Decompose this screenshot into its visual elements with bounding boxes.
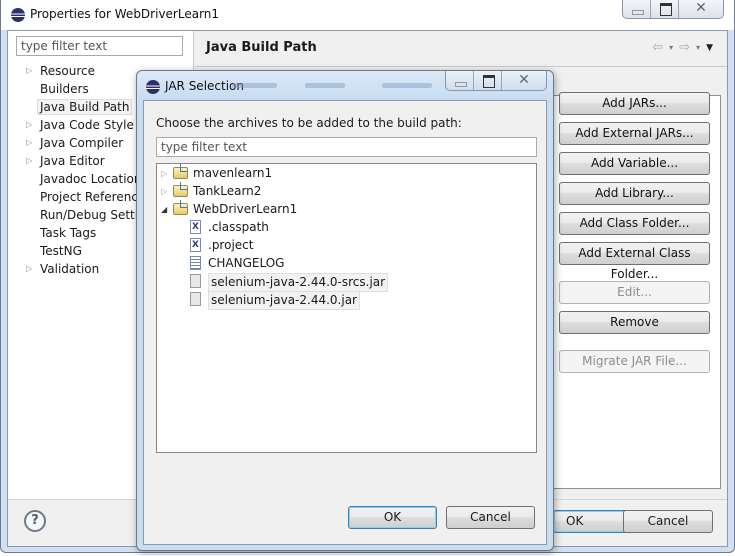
view-menu-icon[interactable]: ▼ xyxy=(706,40,713,56)
preference-item-label: Java Compiler xyxy=(40,136,124,150)
expand-arrow-icon[interactable]: ▷ xyxy=(161,183,167,200)
forward-arrow-icon[interactable]: ⇨ xyxy=(679,40,690,56)
dialog-message: Choose the archives to be added to the b… xyxy=(156,116,462,130)
window-titlebar: Properties for WebDriverLearn1 ✕ xyxy=(1,0,734,30)
preference-item-label: Resource xyxy=(40,64,96,78)
collapse-arrow-icon[interactable]: ◢ xyxy=(161,201,167,218)
tree-node-label: TankLearn2 xyxy=(193,184,262,198)
jar-file-icon xyxy=(190,274,201,288)
window-caption-buttons: ✕ xyxy=(622,0,724,19)
preference-item-label: TestNG xyxy=(40,244,82,258)
eclipse-icon xyxy=(11,8,25,22)
dialog-filter-input[interactable]: type filter text xyxy=(156,137,537,157)
dialog-body: Choose the archives to be added to the b… xyxy=(143,100,547,545)
side-button[interactable]: Add External JARs... xyxy=(559,122,710,145)
page-header: Java Build Path ⇦ ▾ ⇨ ▾ ▼ xyxy=(195,31,727,67)
background-tab-blur xyxy=(305,83,345,88)
xml-file-icon: X xyxy=(190,220,201,234)
preference-item-label: Java Build Path xyxy=(37,99,133,115)
tree-node-label: mavenlearn1 xyxy=(193,166,273,180)
jar-file-icon xyxy=(190,292,201,306)
side-button[interactable]: Add Library... xyxy=(559,182,710,205)
background-tab-blur xyxy=(232,83,277,88)
project-folder-icon xyxy=(173,182,188,197)
dialog-cancel-button[interactable]: Cancel xyxy=(446,506,535,529)
page-title: Java Build Path xyxy=(206,40,317,55)
side-button[interactable]: Add External Class Folder... xyxy=(559,242,710,281)
archive-tree: ▷ mavenlearn1 ▷ TankLearn2 ◢ WebDriverLearn1 X… xyxy=(156,163,537,453)
side-button[interactable]: Add Variable... xyxy=(559,152,710,175)
back-arrow-icon[interactable]: ⇦ xyxy=(652,40,663,56)
close-button[interactable]: ✕ xyxy=(679,0,723,18)
help-icon[interactable]: ? xyxy=(24,510,46,532)
minimize-button[interactable] xyxy=(623,0,651,18)
jar-selection-dialog: JAR Selection ✕ Choose the archives to b… xyxy=(136,70,554,551)
history-controls: ⇦ ▾ ⇨ ▾ ▼ xyxy=(652,40,713,56)
project-folder-icon xyxy=(173,200,188,215)
expand-arrow-icon[interactable]: ▷ xyxy=(26,62,32,80)
side-button[interactable]: Add Class Folder... xyxy=(559,212,710,235)
preference-item-label: Task Tags xyxy=(40,226,97,240)
forward-dropdown-icon[interactable]: ▾ xyxy=(696,40,700,56)
preference-item-label: Project References xyxy=(40,190,152,204)
side-button[interactable]: Remove xyxy=(559,311,710,334)
tree-node-label: .classpath xyxy=(208,220,269,234)
project-folder-icon xyxy=(173,164,188,179)
tree-node-label: selenium-java-2.44.0-srcs.jar xyxy=(208,273,389,292)
cancel-button[interactable]: Cancel xyxy=(623,510,713,533)
side-button[interactable]: Add JARs... xyxy=(559,92,710,115)
expand-arrow-icon[interactable]: ▷ xyxy=(26,152,32,170)
background-tab-blur xyxy=(382,83,432,88)
preference-item-label: Validation xyxy=(40,262,100,276)
expand-arrow-icon[interactable]: ▷ xyxy=(26,260,32,278)
maximize-button[interactable] xyxy=(651,0,679,18)
side-button[interactable]: Edit... xyxy=(559,281,710,304)
preference-item-label: Java Editor xyxy=(40,154,105,168)
eclipse-icon xyxy=(146,80,160,94)
side-button[interactable]: Migrate JAR File... xyxy=(559,350,710,373)
expand-arrow-icon[interactable]: ▷ xyxy=(26,116,32,134)
tree-node-label: selenium-java-2.44.0.jar xyxy=(208,291,360,310)
filter-input[interactable]: type filter text xyxy=(16,36,183,56)
dialog-minimize-button[interactable] xyxy=(446,71,474,90)
preference-item-label: Javadoc Location xyxy=(40,172,142,186)
dialog-maximize-button[interactable] xyxy=(474,71,502,90)
dialog-titlebar: JAR Selection ✕ xyxy=(137,71,553,100)
expand-arrow-icon[interactable]: ▷ xyxy=(26,134,32,152)
expand-arrow-icon[interactable]: ▷ xyxy=(161,165,167,182)
back-dropdown-icon[interactable]: ▾ xyxy=(669,40,673,56)
dialog-close-button[interactable]: ✕ xyxy=(502,71,546,90)
preference-item-label: Java Code Style xyxy=(40,118,134,132)
xml-file-icon: X xyxy=(190,238,201,252)
window-title: Properties for WebDriverLearn1 xyxy=(30,7,220,21)
dialog-caption-buttons: ✕ xyxy=(445,71,547,91)
dialog-ok-button[interactable]: OK xyxy=(348,506,437,529)
tree-node-label: WebDriverLearn1 xyxy=(193,202,298,216)
tree-node-label: CHANGELOG xyxy=(208,256,285,270)
preference-item-label: Builders xyxy=(40,82,89,96)
tree-node-label: .project xyxy=(208,238,254,252)
text-file-icon xyxy=(190,256,201,270)
